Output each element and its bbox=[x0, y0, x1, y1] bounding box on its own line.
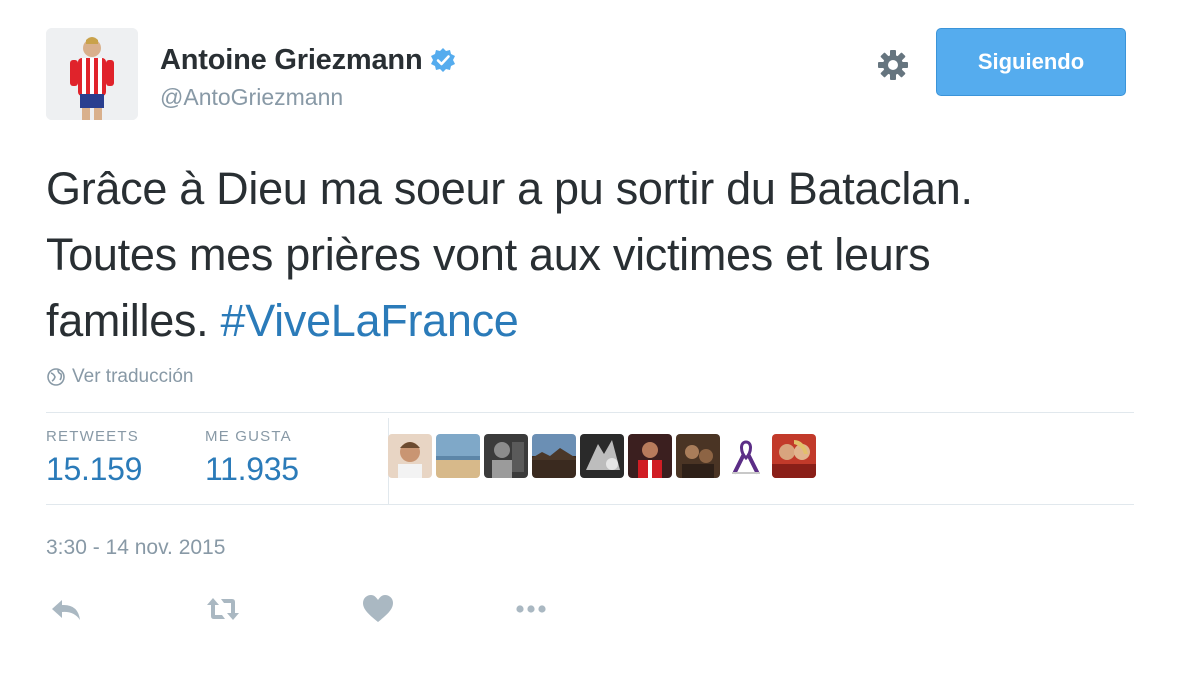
gear-icon[interactable] bbox=[876, 48, 910, 82]
retweets-count: 15.159 bbox=[46, 451, 143, 487]
tweet-timestamp[interactable]: 3:30 - 14 nov. 2015 bbox=[46, 536, 225, 560]
reply-icon[interactable] bbox=[48, 592, 84, 626]
liker-avatar[interactable] bbox=[724, 434, 768, 478]
liker-avatar[interactable] bbox=[676, 434, 720, 478]
user-handle[interactable]: @AntoGriezmann bbox=[160, 84, 343, 111]
liker-avatars bbox=[388, 434, 816, 478]
liker-avatar[interactable] bbox=[628, 434, 672, 478]
likes-count: 11.935 bbox=[205, 451, 299, 487]
more-icon[interactable] bbox=[513, 592, 549, 626]
divider-bottom bbox=[46, 504, 1134, 505]
liker-avatar[interactable] bbox=[388, 434, 432, 478]
retweet-icon[interactable] bbox=[205, 592, 241, 626]
liker-avatar[interactable] bbox=[436, 434, 480, 478]
divider-top bbox=[46, 412, 1134, 413]
liker-avatar[interactable] bbox=[580, 434, 624, 478]
hashtag-link[interactable]: #ViveLaFrance bbox=[221, 295, 519, 346]
display-name[interactable]: Antoine Griezmann bbox=[160, 44, 423, 77]
liker-avatar[interactable] bbox=[772, 434, 816, 478]
liker-avatar[interactable] bbox=[484, 434, 528, 478]
translate-link[interactable]: Ver traducción bbox=[46, 366, 193, 388]
likes-stat[interactable]: ME GUSTA 11.935 bbox=[205, 428, 299, 488]
liker-avatar[interactable] bbox=[532, 434, 576, 478]
likes-label: ME GUSTA bbox=[205, 428, 292, 445]
retweets-label: RETWEETS bbox=[46, 428, 139, 445]
user-name-row: Antoine Griezmann bbox=[160, 40, 456, 80]
tweet-card: Antoine Griezmann @AntoGriezmann Siguien… bbox=[0, 0, 1200, 675]
avatar[interactable] bbox=[46, 28, 138, 120]
like-icon[interactable] bbox=[360, 592, 396, 626]
following-button[interactable]: Siguiendo bbox=[936, 28, 1126, 96]
tweet-text: Grâce à Dieu ma soeur a pu sortir du Bat… bbox=[46, 156, 1046, 354]
retweets-stat[interactable]: RETWEETS 15.159 bbox=[46, 428, 142, 488]
verified-badge-icon bbox=[431, 48, 456, 72]
translate-label: Ver traducción bbox=[72, 366, 194, 387]
globe-icon bbox=[47, 368, 65, 386]
